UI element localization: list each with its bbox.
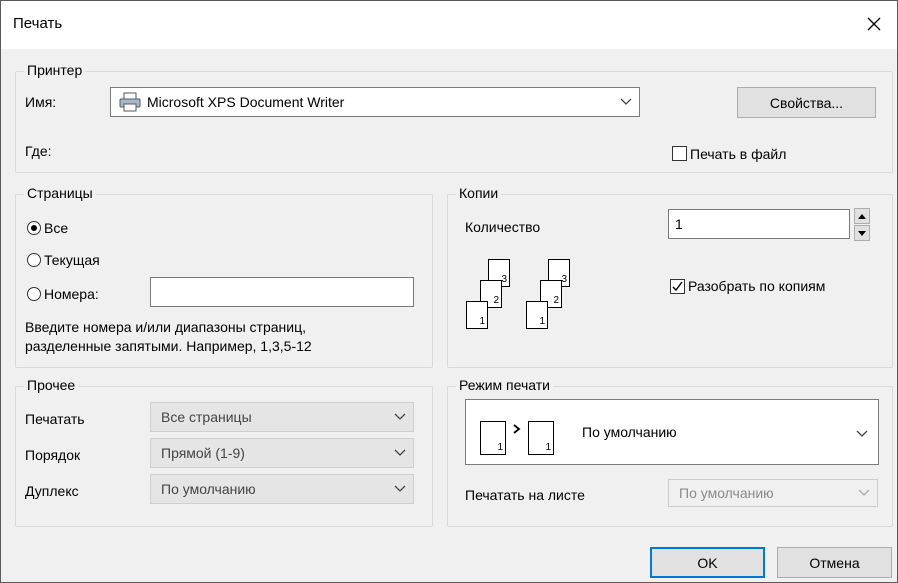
print-range-select[interactable]: Все страницы: [150, 402, 414, 432]
ok-button[interactable]: OK: [650, 547, 765, 578]
checkmark-icon: [672, 281, 683, 292]
copies-decrement-button[interactable]: [854, 225, 870, 241]
printer-group: Принтер Имя: Microsoft XPS Document Writ…: [15, 62, 893, 173]
chevron-down-icon: [394, 449, 406, 456]
chevron-down-icon: [394, 485, 406, 492]
cancel-button[interactable]: Отмена: [777, 547, 892, 578]
mode-sheet-icon: 1: [528, 421, 554, 455]
pages-all-label: Все: [44, 220, 69, 236]
chevron-down-icon: [394, 413, 406, 420]
pages-hint-line2: разделенные запятыми. Например, 1,3,5-12: [25, 338, 312, 354]
copies-sheet-icon: 1: [526, 301, 548, 329]
title-bar: Печать: [1, 1, 897, 49]
other-duplex-label: Дуплекс: [25, 483, 79, 499]
printer-icon: [119, 92, 141, 112]
copies-count-label: Количество: [465, 219, 541, 235]
print-dialog: Печать Принтер Имя: Microsoft XPS Docume…: [0, 0, 898, 583]
mode-sheet-icon: 1: [480, 421, 506, 455]
order-value: Прямой (1-9): [161, 445, 245, 461]
pages-current-radio[interactable]: [27, 253, 41, 267]
print-mode-group: Режим печати 1 1 По умолчанию Печатать н…: [447, 377, 893, 527]
print-mode-legend: Режим печати: [456, 377, 553, 393]
properties-button[interactable]: Свойства...: [737, 87, 876, 118]
page-numbers-input[interactable]: [150, 277, 414, 307]
printer-name-value: Microsoft XPS Document Writer: [147, 94, 345, 110]
arrow-up-icon: [858, 213, 866, 219]
pages-numbers-label: Номера:: [44, 286, 99, 302]
copies-increment-button[interactable]: [854, 208, 870, 224]
chevron-down-icon: [856, 430, 868, 437]
print-mode-select[interactable]: 1 1 По умолчанию: [465, 399, 879, 465]
printer-legend: Принтер: [24, 62, 86, 78]
copies-sheet-icon: 1: [466, 301, 488, 329]
pages-legend: Страницы: [24, 185, 96, 201]
arrow-right-icon: [513, 424, 521, 434]
other-order-label: Порядок: [25, 447, 81, 463]
pages-hint-line1: Введите номера и/или диапазоны страниц,: [25, 319, 306, 335]
pages-all-radio[interactable]: [27, 221, 41, 235]
per-sheet-select[interactable]: По умолчанию: [668, 479, 878, 507]
per-sheet-value: По умолчанию: [679, 485, 774, 501]
chevron-down-icon: [858, 489, 870, 496]
printer-name-label: Имя:: [25, 94, 57, 110]
duplex-value: По умолчанию: [161, 481, 256, 497]
other-group: Прочее Печатать Все страницы Порядок Пря…: [15, 377, 433, 527]
copies-legend: Копии: [456, 185, 502, 201]
printer-where-label: Где:: [25, 143, 52, 159]
pages-group: Страницы Все Текущая Номера: Введите ном…: [15, 185, 433, 368]
pages-numbers-radio[interactable]: [27, 287, 41, 301]
close-icon: [867, 17, 881, 31]
collate-label: Разобрать по копиям: [688, 278, 826, 294]
print-mode-value: По умолчанию: [582, 424, 677, 440]
copies-count-input[interactable]: 1: [668, 209, 850, 239]
collate-checkbox[interactable]: [670, 279, 685, 294]
copies-group: Копии Количество 1 3 2 1 3 2 1 Разобрать…: [447, 185, 893, 368]
duplex-select[interactable]: По умолчанию: [150, 474, 414, 504]
order-select[interactable]: Прямой (1-9): [150, 438, 414, 468]
print-range-value: Все страницы: [161, 409, 252, 425]
other-legend: Прочее: [24, 377, 79, 393]
chevron-down-icon: [620, 98, 632, 105]
arrow-down-icon: [858, 230, 866, 236]
print-to-file-checkbox[interactable]: [672, 146, 687, 161]
close-button[interactable]: [857, 7, 891, 41]
pages-current-label: Текущая: [44, 252, 100, 268]
printer-select[interactable]: Microsoft XPS Document Writer: [110, 87, 640, 117]
per-sheet-label: Печатать на листе: [465, 487, 585, 503]
dialog-title: Печать: [13, 15, 63, 32]
print-to-file-label: Печать в файл: [690, 146, 787, 162]
other-print-label: Печатать: [25, 411, 85, 427]
